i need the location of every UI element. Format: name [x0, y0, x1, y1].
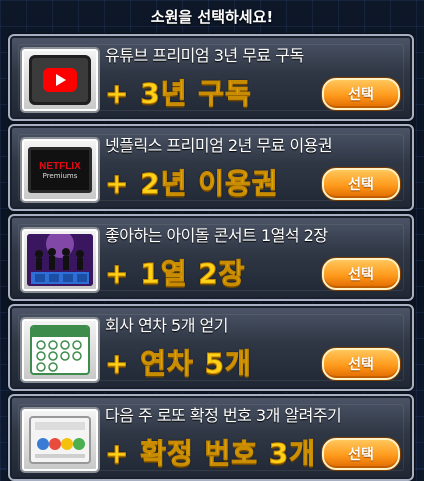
netflix-logo-text: NETFLIX	[39, 160, 81, 172]
icon-frame	[20, 317, 100, 383]
calendar-grid-icon	[32, 327, 88, 372]
wish-card-lotto: 다음 주 로또 확정 번호 3개 알려주기 + 확정 번호 3개 선택	[8, 394, 414, 481]
card-reward: + 1열 2장	[104, 257, 246, 291]
select-button[interactable]: 선택	[322, 348, 400, 380]
card-title: 다음 주 로또 확정 번호 3개 알려주기	[105, 406, 342, 425]
card-reward: + 연차 5개	[105, 347, 252, 381]
wish-card-youtube: 유튜브 프리미엄 3년 무료 구독 + 3년 구독 선택	[8, 34, 414, 121]
card-title: 회사 연차 5개 얻기	[105, 316, 228, 335]
wish-card-netflix: NETFLIX Premiums 넷플릭스 프리미엄 2년 무료 이용권 + 2…	[8, 124, 414, 211]
calendar-icon	[30, 325, 90, 375]
card-title: 유튜브 프리미엄 3년 무료 구독	[105, 46, 304, 65]
select-button[interactable]: 선택	[322, 78, 400, 110]
icon-frame	[20, 227, 100, 293]
netflix-tv-icon: NETFLIX Premiums	[28, 147, 92, 193]
card-title: 넷플릭스 프리미엄 2년 무료 이용권	[105, 136, 333, 155]
card-reward: + 3년 구독	[105, 77, 252, 111]
concert-icon	[27, 234, 93, 286]
select-button[interactable]: 선택	[322, 438, 400, 470]
card-reward: + 2년 이용권	[104, 167, 279, 201]
netflix-sub-text: Premiums	[42, 171, 78, 180]
icon-frame: NETFLIX Premiums	[20, 137, 100, 203]
select-button[interactable]: 선택	[322, 168, 400, 200]
page-title: 소원을 선택하세요!	[150, 7, 274, 26]
wish-card-vacation: 회사 연차 5개 얻기 + 연차 5개 선택	[8, 304, 414, 391]
icon-frame	[20, 407, 100, 473]
card-title: 좋아하는 아이돌 콘서트 1열석 2장	[105, 226, 328, 245]
lotto-ticket-icon	[29, 416, 91, 464]
concert-crowd-icon	[27, 234, 93, 286]
icon-frame	[20, 47, 100, 113]
wish-card-concert: 좋아하는 아이돌 콘서트 1열석 2장 + 1열 2장 선택	[8, 214, 414, 301]
youtube-tv-icon	[29, 55, 91, 105]
select-button[interactable]: 선택	[322, 258, 400, 290]
youtube-play-icon	[43, 68, 77, 92]
lotto-balls-icon	[35, 422, 85, 458]
header: 소원을 선택하세요!	[0, 0, 424, 32]
card-reward: + 확정 번호 3개	[105, 437, 316, 471]
